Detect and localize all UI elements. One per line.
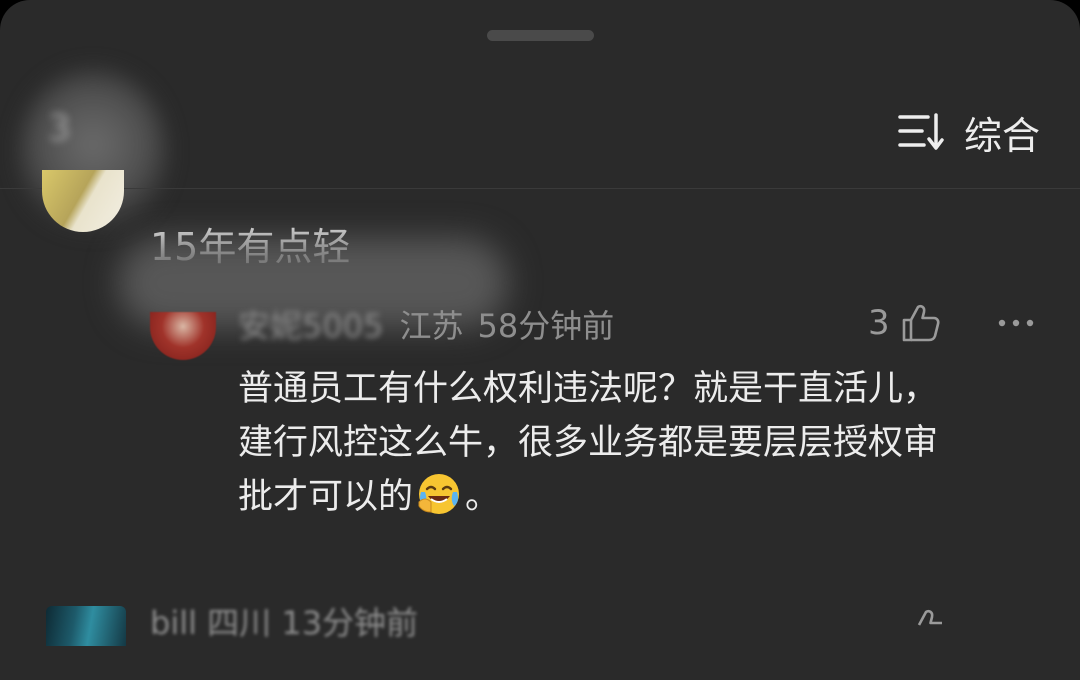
thumbs-up-icon	[902, 304, 940, 342]
reply-location: 江苏	[399, 307, 464, 345]
reply-time: 58分钟前	[477, 307, 615, 345]
avatar[interactable]	[46, 606, 126, 646]
comment-count: 3	[48, 108, 71, 149]
drag-handle[interactable]	[487, 30, 594, 41]
sort-label: 综合	[963, 113, 1040, 158]
like-button[interactable]: 3	[868, 300, 942, 346]
like-count: 3	[868, 303, 890, 343]
reply-author[interactable]: 安妮5005	[238, 301, 383, 347]
sort-button[interactable]: 综合	[898, 108, 1040, 158]
comments-sheet: 3 综合 15年有点轻 安妮5005 江苏 58分钟前 3 普通员工有什么	[0, 0, 1080, 680]
more-options-icon[interactable]	[996, 306, 1036, 340]
next-comment-meta: bill 四川 13分钟前	[150, 604, 419, 642]
reply-avatar[interactable]	[150, 312, 216, 360]
reply-meta: 安妮5005 江苏 58分钟前	[238, 302, 614, 346]
sort-icon	[898, 113, 944, 150]
reply-text-line: 普通员工有什么权利违法呢？就是干直活儿，	[238, 369, 939, 409]
header-divider	[0, 188, 1080, 189]
reply-text-segment: 批才可以的	[238, 477, 414, 517]
reply-text-line: 建行风控这么牛，很多业务都是要层层授权审	[238, 423, 939, 463]
reply-text: 普通员工有什么权利违法呢？就是干直活儿， 建行风控这么牛，很多业务都是要层层授权…	[238, 362, 1038, 524]
reply-text-segment: 。	[465, 477, 501, 517]
thumbs-up-icon[interactable]	[908, 608, 950, 648]
laughing-crying-emoji-icon	[418, 474, 460, 514]
reply-text-line: 批才可以的 。	[238, 470, 1038, 524]
